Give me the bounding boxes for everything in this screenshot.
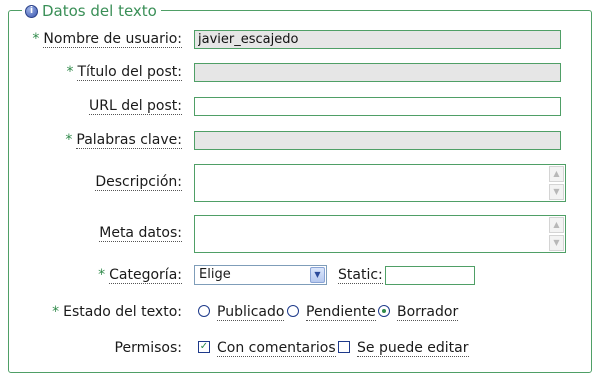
required-asterisk: *: [52, 304, 60, 320]
label-descripcion: Descripción:: [95, 174, 182, 191]
label-categoria: * Categoría:: [98, 267, 182, 284]
chevron-down-icon[interactable]: ▼: [310, 267, 325, 283]
radio-publicado[interactable]: [198, 305, 210, 317]
nombre-usuario-input[interactable]: [194, 30, 561, 49]
radio-borrador[interactable]: [378, 305, 390, 317]
textarea-scrollbar[interactable]: ▲ ▼: [549, 217, 564, 251]
checkbox-con-comentarios[interactable]: ✓: [198, 341, 210, 353]
scroll-down-icon[interactable]: ▼: [549, 184, 564, 200]
radio-label-pendiente[interactable]: Pendiente: [306, 303, 376, 322]
label-titulo-post: * Título del post:: [66, 64, 182, 81]
required-asterisk: *: [66, 64, 74, 80]
palabras-clave-input[interactable]: [194, 131, 561, 150]
descripcion-textarea[interactable]: ▲ ▼: [194, 164, 566, 202]
radio-pendiente[interactable]: [287, 305, 299, 317]
label-url-post: URL del post:: [88, 98, 182, 115]
categoria-select[interactable]: Elige ▼: [194, 265, 327, 285]
meta-datos-textarea[interactable]: ▲ ▼: [194, 215, 566, 253]
label-palabras-clave: * Palabras clave:: [65, 132, 182, 149]
label-estado-texto: * Estado del texto:: [52, 304, 182, 320]
label-meta-datos: Meta datos:: [99, 225, 182, 242]
checkbox-label-se-puede-editar[interactable]: Se puede editar: [357, 339, 469, 358]
scroll-down-icon[interactable]: ▼: [549, 235, 564, 251]
label-nombre-usuario: * Nombre de usuario:: [32, 31, 182, 48]
required-asterisk: *: [65, 132, 73, 148]
textarea-scrollbar[interactable]: ▲ ▼: [549, 166, 564, 200]
label-static: Static:: [338, 267, 383, 284]
url-post-input[interactable]: [194, 97, 561, 116]
radio-label-publicado[interactable]: Publicado: [217, 303, 285, 322]
titulo-post-input[interactable]: [194, 63, 561, 82]
label-permisos: Permisos:: [114, 340, 182, 356]
categoria-selected-value: Elige: [199, 267, 231, 282]
radio-label-borrador[interactable]: Borrador: [397, 303, 459, 322]
checkbox-label-con-comentarios[interactable]: Con comentarios: [217, 339, 336, 358]
required-asterisk: *: [32, 31, 40, 47]
checkbox-se-puede-editar[interactable]: [338, 341, 350, 353]
scroll-up-icon[interactable]: ▲: [549, 166, 564, 182]
info-icon: i: [25, 4, 38, 18]
static-input[interactable]: [385, 266, 475, 285]
required-asterisk: *: [98, 267, 106, 283]
scroll-up-icon[interactable]: ▲: [549, 217, 564, 233]
legend-text: Datos del texto: [42, 2, 157, 20]
fieldset-legend: i Datos del texto: [22, 1, 161, 21]
